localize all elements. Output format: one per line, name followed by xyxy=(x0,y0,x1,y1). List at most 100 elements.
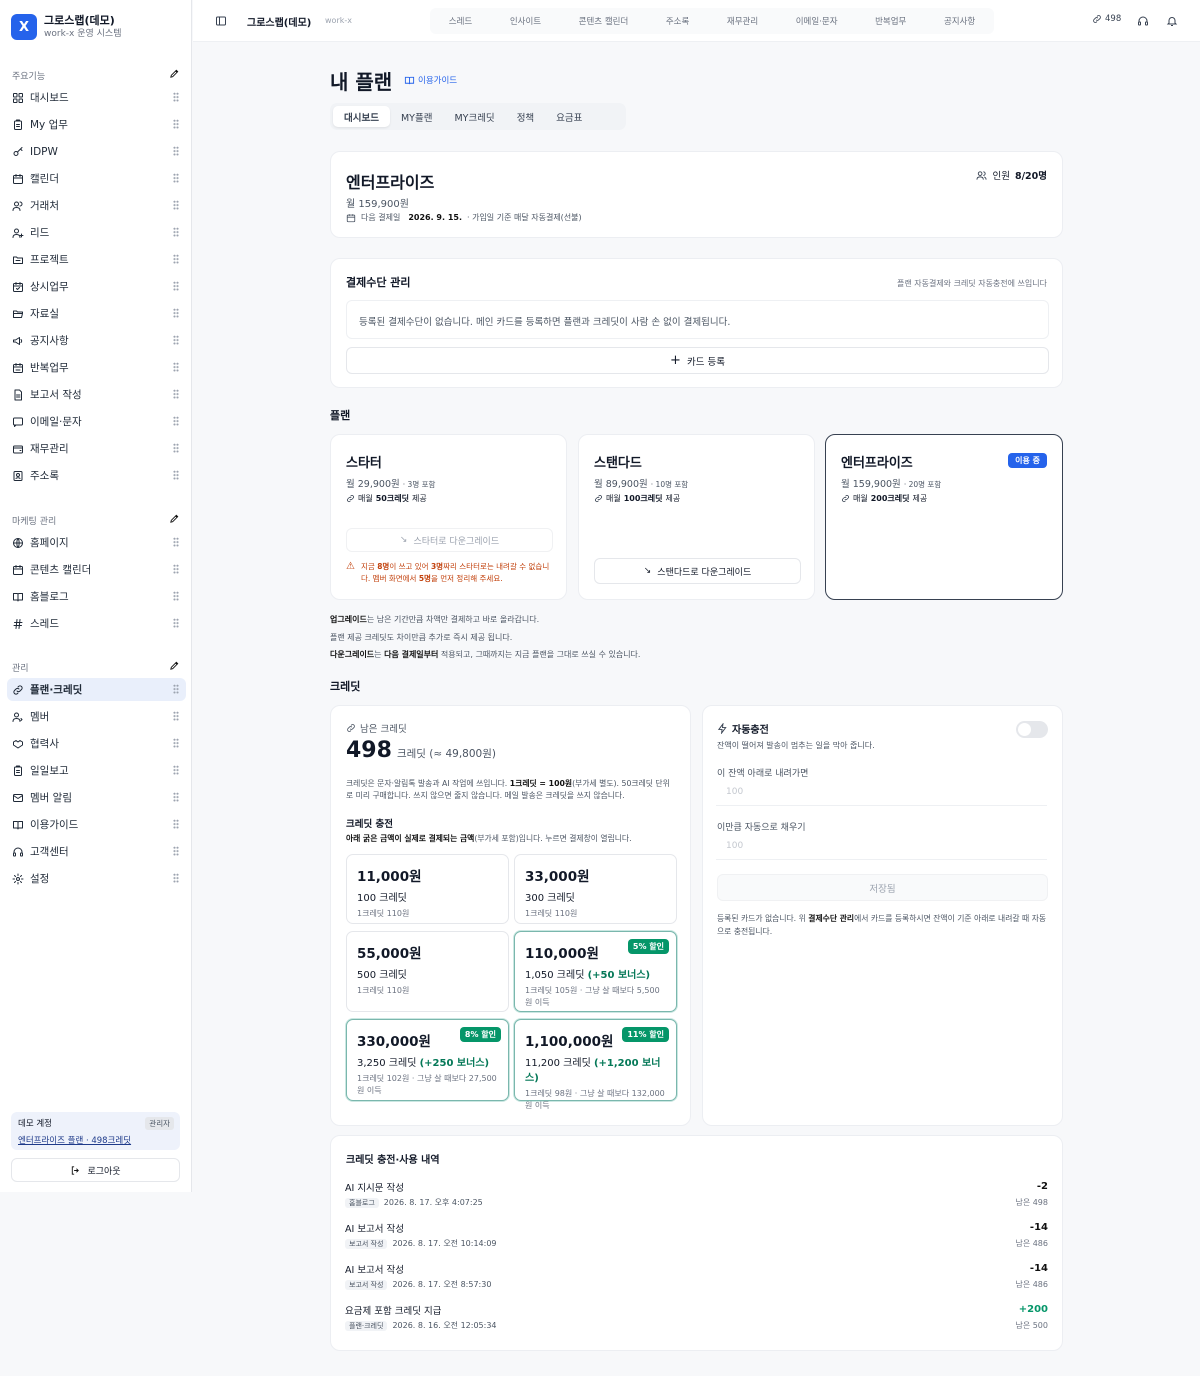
sidebar-item-3-1[interactable]: 스레드 xyxy=(7,612,186,635)
drag-handle-icon[interactable] xyxy=(173,738,179,748)
account-plan-link[interactable]: 엔터프라이즈 플랜 · 498크레딧 xyxy=(18,1134,173,1146)
downgrade-starter-button[interactable]: ↘ 스타터로 다운그레이드 xyxy=(346,528,553,552)
drag-handle-icon[interactable] xyxy=(173,308,179,318)
drag-handle-icon[interactable] xyxy=(173,119,179,129)
tab-4[interactable]: 요금표 xyxy=(545,106,593,127)
sidebar-item-10-0[interactable]: 반복업무 xyxy=(7,356,186,379)
logout-button[interactable]: 로그아웃 xyxy=(11,1158,180,1182)
sidebar-item-2-2[interactable]: 협력사 xyxy=(7,732,186,755)
sidebar-item-12-0[interactable]: 이메일·문자 xyxy=(7,410,186,433)
sidebar-item-0-2[interactable]: 플랜·크레딧 xyxy=(7,678,186,701)
sidebar-item-6-2[interactable]: 고객센터 xyxy=(7,840,186,863)
sidebar-item-1-0[interactable]: My 업무 xyxy=(7,113,186,136)
top-nav-item[interactable]: 콘텐츠 캘린더 xyxy=(579,15,629,27)
top-nav-item[interactable]: 공지사항 xyxy=(944,15,975,27)
top-nav-item[interactable]: 인사이트 xyxy=(510,15,541,27)
add-card-button[interactable]: + 카드 등록 xyxy=(346,347,1049,374)
sidebar-toggle-icon[interactable] xyxy=(215,15,227,27)
credit-package[interactable]: 110,000원 1,050 크레딧 (+50 보너스) 1크레딧 105원 · 그… xyxy=(514,931,677,1012)
credit-indicator[interactable]: 498 xyxy=(1092,14,1121,24)
edit-pencil-icon[interactable] xyxy=(169,513,180,527)
sidebar-item-2-1[interactable]: 홈블로그 xyxy=(7,585,186,608)
workspace-name[interactable]: 그로스랩(데모) xyxy=(247,14,311,29)
credit-package[interactable]: 1,100,000원 11,200 크레딧 (+1,200 보너스) 1크레딧 98… xyxy=(514,1019,677,1110)
sidebar-item-3-0[interactable]: 캘린더 xyxy=(7,167,186,190)
top-nav-item[interactable]: 반복업무 xyxy=(875,15,906,27)
sidebar-item-0-1[interactable]: 홈페이지 xyxy=(7,531,186,554)
drag-handle-icon[interactable] xyxy=(173,200,179,210)
sidebar-item-0-0[interactable]: 대시보드 xyxy=(7,86,186,109)
amount-input[interactable]: 100 xyxy=(716,836,1047,860)
sidebar-item-7-0[interactable]: 상시업무 xyxy=(7,275,186,298)
sidebar-item-5-2[interactable]: 이용가이드 xyxy=(7,813,186,836)
top-nav-item[interactable]: 이메일·문자 xyxy=(796,15,838,27)
sidebar-item-13-0[interactable]: 재무관리 xyxy=(7,437,186,460)
top-nav-item[interactable]: 스레드 xyxy=(449,15,472,27)
history-row: AI 지시문 작성 홈블로그 2026. 8. 17. 오후 4:07:25 -2 남은… xyxy=(345,1180,1048,1212)
drag-handle-icon[interactable] xyxy=(173,254,179,264)
sidebar-item-1-1[interactable]: 콘텐츠 캘린더 xyxy=(7,558,186,581)
headset-icon[interactable] xyxy=(1137,15,1149,27)
bell-icon[interactable] xyxy=(1166,15,1178,27)
top-nav-item[interactable]: 재무관리 xyxy=(727,15,758,27)
account-card[interactable]: 데모 계정 관리자 엔터프라이즈 플랜 · 498크레딧 xyxy=(11,1112,180,1150)
sidebar-item-4-2[interactable]: 멤버 알림 xyxy=(7,786,186,809)
drag-handle-icon[interactable] xyxy=(173,591,179,601)
edit-pencil-icon[interactable] xyxy=(169,68,180,82)
drag-handle-icon[interactable] xyxy=(173,618,179,628)
plan-card-starter: 스타터 월 29,900원 · 3명 포함 매월 50크레딧 제공 ↘ 스타터로… xyxy=(330,434,567,600)
tab-1[interactable]: MY플랜 xyxy=(390,106,443,127)
drag-handle-icon[interactable] xyxy=(173,173,179,183)
drag-handle-icon[interactable] xyxy=(173,146,179,156)
sidebar-item-14-0[interactable]: 주소록 xyxy=(7,464,186,487)
drag-handle-icon[interactable] xyxy=(173,792,179,802)
credit-package[interactable]: 33,000원 300 크레딧 1크레딧 110원 xyxy=(514,854,677,924)
drag-handle-icon[interactable] xyxy=(173,335,179,345)
brand[interactable]: X 그로스랩(데모) work-x 운영 시스템 xyxy=(11,14,121,40)
drag-handle-icon[interactable] xyxy=(173,362,179,372)
drag-handle-icon[interactable] xyxy=(173,92,179,102)
sidebar-item-1-2[interactable]: 멤버 xyxy=(7,705,186,728)
drag-handle-icon[interactable] xyxy=(173,537,179,547)
drag-handle-icon[interactable] xyxy=(173,443,179,453)
plan-price-value: 월 89,900원 xyxy=(594,479,648,490)
sidebar-item-5-0[interactable]: 리드 xyxy=(7,221,186,244)
drag-handle-icon[interactable] xyxy=(173,227,179,237)
sidebar-item-6-0[interactable]: 프로젝트 xyxy=(7,248,186,271)
sidebar-item-9-0[interactable]: 공지사항 xyxy=(7,329,186,352)
sidebar-item-7-2[interactable]: 설정 xyxy=(7,867,186,890)
downgrade-standard-button[interactable]: ↘ 스탠다드로 다운그레이드 xyxy=(594,558,801,584)
credit-package[interactable]: 330,000원 3,250 크레딧 (+250 보너스) 1크레딧 102원 · … xyxy=(346,1019,509,1101)
tab-0[interactable]: 대시보드 xyxy=(333,106,390,127)
credit-package[interactable]: 55,000원 500 크레딧 1크레딧 110원 xyxy=(346,931,509,1012)
autocharge-save-button[interactable]: 저장됨 xyxy=(717,874,1048,901)
autocharge-toggle[interactable] xyxy=(1016,721,1048,738)
plan-note-downgrade: 다운그레이드는 다음 결제일부터 적용되고, 그때까지는 지금 플랜을 그대로 … xyxy=(330,646,640,664)
credit-count: 498 xyxy=(1105,14,1122,24)
sidebar-item-8-0[interactable]: 자료실 xyxy=(7,302,186,325)
drag-handle-icon[interactable] xyxy=(173,873,179,883)
drag-handle-icon[interactable] xyxy=(173,684,179,694)
guide-link[interactable]: 이용가이드 xyxy=(404,74,457,86)
drag-handle-icon[interactable] xyxy=(173,389,179,399)
edit-pencil-icon[interactable] xyxy=(169,660,180,674)
threshold-input[interactable]: 100 xyxy=(716,782,1047,806)
drag-handle-icon[interactable] xyxy=(173,711,179,721)
history-tag: 플랜·크레딧 xyxy=(345,1321,388,1331)
sidebar-item-3-2[interactable]: 일일보고 xyxy=(7,759,186,782)
drag-handle-icon[interactable] xyxy=(173,281,179,291)
tab-3[interactable]: 정책 xyxy=(506,106,545,127)
tab-2[interactable]: MY크레딧 xyxy=(443,106,505,127)
drag-handle-icon[interactable] xyxy=(173,765,179,775)
link-icon xyxy=(595,495,602,502)
top-nav-item[interactable]: 주소록 xyxy=(666,15,689,27)
drag-handle-icon[interactable] xyxy=(173,564,179,574)
drag-handle-icon[interactable] xyxy=(173,470,179,480)
sidebar-item-2-0[interactable]: IDPW xyxy=(7,140,186,163)
sidebar-item-11-0[interactable]: 보고서 작성 xyxy=(7,383,186,406)
credit-package[interactable]: 11,000원 100 크레딧 1크레딧 110원 xyxy=(346,854,509,924)
drag-handle-icon[interactable] xyxy=(173,416,179,426)
sidebar-item-4-0[interactable]: 거래처 xyxy=(7,194,186,217)
drag-handle-icon[interactable] xyxy=(173,819,179,829)
drag-handle-icon[interactable] xyxy=(173,846,179,856)
